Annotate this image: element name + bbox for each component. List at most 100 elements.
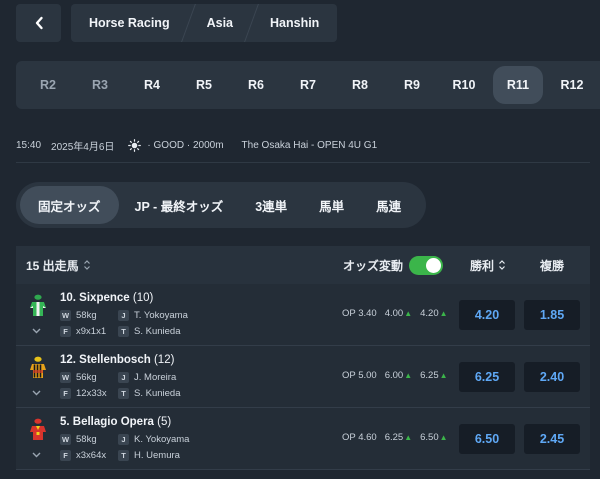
runner-name-text: 5. Bellagio Opera (60, 416, 154, 428)
trainer-badge: T (118, 388, 129, 399)
odds-change-control: オッズ変動 (343, 255, 444, 275)
arrow-up-icon: ▲ (439, 433, 448, 442)
tab-exacta[interactable]: 馬単 (303, 186, 360, 224)
runner-name-text: 10. Sixpence (60, 292, 130, 304)
arrow-up-icon: ▲ (404, 433, 413, 442)
runner-meta-line-1: W 58kg J T. Yokoyama (60, 310, 188, 321)
breadcrumb-hanshin[interactable]: Hanshin (252, 4, 337, 42)
form-badge: F (60, 450, 71, 461)
runners-count-label: 15 出走馬 (26, 258, 79, 273)
race-tab-r10[interactable]: R10 (438, 66, 490, 104)
fluc-odds: 6.00 (384, 370, 404, 381)
runner-jockey: K. Yokoyama (134, 434, 190, 445)
runner-trainer: S. Kunieda (134, 388, 181, 399)
expand-chevron-icon[interactable] (32, 450, 41, 461)
odds-history: OP 5.00 6.00▲ 6.25▲ (342, 370, 448, 381)
runner-meta-line-1: W 56kg J J. Moreira (60, 372, 176, 383)
table-row: 12. Stellenbosch (12) W 56kg J J. Moreira … (16, 346, 590, 408)
race-tab-r7[interactable]: R7 (282, 66, 334, 104)
race-tab-r8[interactable]: R8 (334, 66, 386, 104)
runner-jockey: T. Yokoyama (134, 310, 188, 321)
race-date: 2025年4月6日 (51, 142, 115, 153)
tab-fixed-odds[interactable]: 固定オッズ (20, 186, 119, 224)
weight-badge: W (60, 372, 71, 383)
race-tab-r9[interactable]: R9 (386, 66, 438, 104)
arrow-up-icon: ▲ (404, 309, 413, 318)
jockey-badge: J (118, 434, 129, 445)
sun-icon (128, 139, 142, 152)
race-tab-r6[interactable]: R6 (230, 66, 282, 104)
table-row: 10. Sixpence (10) W 58kg J T. Yokoyama Fx9… (16, 284, 590, 346)
win-odds-button[interactable]: 4.20 (459, 300, 515, 330)
breadcrumb-asia[interactable]: Asia (189, 4, 251, 42)
race-tab-r5[interactable]: R5 (178, 66, 230, 104)
back-button[interactable] (16, 4, 61, 42)
odds-change-label: オッズ変動 (343, 258, 404, 273)
place-odds-button[interactable]: 2.40 (524, 362, 580, 392)
tab-trifecta[interactable]: 3連単 (239, 186, 303, 224)
fluc-odds: 6.50 (420, 432, 439, 443)
win-sort[interactable]: 勝利 (470, 257, 506, 274)
sort-icon (499, 260, 505, 270)
barrier-number: (10) (132, 292, 154, 304)
jockey-silks-icon (30, 356, 46, 378)
runner-form: x9x1x1 (76, 326, 107, 337)
runner-weight: 58kg (76, 310, 97, 321)
runners-sort[interactable]: 15 出走馬 (26, 257, 91, 274)
barrier-number: (12) (153, 354, 175, 366)
fluc-odds: 4.00 (384, 308, 404, 319)
race-time: 15:40 (16, 140, 42, 151)
jockey-badge: J (118, 310, 129, 321)
win-column-label: 勝利 (470, 258, 495, 273)
runner-weight: 58kg (76, 434, 97, 445)
runner-name[interactable]: 5. Bellagio Opera (5) (60, 416, 171, 428)
arrow-up-icon: ▲ (404, 371, 413, 380)
tab-quinella[interactable]: 馬連 (360, 186, 417, 224)
divider (16, 162, 590, 163)
runner-name[interactable]: 12. Stellenbosch (12) (60, 354, 174, 366)
race-tab-r2[interactable]: R2 (22, 66, 74, 104)
race-tab-r11[interactable]: R11 (493, 66, 543, 104)
chevron-left-icon (35, 16, 43, 30)
tab-jp-final-odds[interactable]: JP - 最終オッズ (119, 186, 240, 224)
breadcrumb: Horse Racing Asia Hanshin (16, 4, 338, 42)
trainer-badge: T (118, 326, 129, 337)
breadcrumb-horse-racing[interactable]: Horse Racing (71, 4, 188, 42)
jockey-silks-icon (30, 294, 46, 316)
sort-icon (83, 260, 90, 270)
race-info: 15:40 2025年4月6日 · GOOD · 2000m The Osaka… (16, 138, 377, 153)
runner-meta-line-2: F 12x33x T S. Kunieda (60, 388, 180, 399)
race-tab-r12[interactable]: R12 (546, 66, 598, 104)
fluc-odds: 4.20 (420, 308, 439, 319)
runner-name[interactable]: 10. Sixpence (10) (60, 292, 153, 304)
runner-form: x3x64x (76, 450, 107, 461)
trainer-badge: T (118, 450, 129, 461)
place-column-label: 複勝 (540, 258, 565, 273)
odds-change-toggle[interactable] (409, 255, 444, 275)
place-odds-button[interactable]: 2.45 (524, 424, 580, 454)
runner-meta-line-2: Fx3x64x T H. Uemura (60, 450, 180, 461)
fluc-odds: 6.25 (384, 432, 404, 443)
barrier-number: (5) (157, 416, 172, 428)
runner-trainer: S. Kunieda (134, 326, 181, 337)
runners-table: 15 出走馬 オッズ変動 勝利 複勝 10. Sixpence (10) W 5… (16, 246, 590, 470)
runner-trainer: H. Uemura (134, 450, 180, 461)
race-tab-r3[interactable]: R3 (74, 66, 126, 104)
race-name: The Osaka Hai - OPEN 4U G1 (241, 140, 378, 151)
form-badge: F (60, 326, 71, 337)
odds-history: OP 4.60 6.25▲ 6.50▲ (342, 432, 448, 443)
expand-chevron-icon[interactable] (32, 326, 41, 337)
fluc-odds: 6.25 (420, 370, 439, 381)
win-odds-button[interactable]: 6.50 (459, 424, 515, 454)
win-odds-button[interactable]: 6.25 (459, 362, 515, 392)
runner-meta-line-1: W 58kg J K. Yokoyama (60, 434, 189, 445)
expand-chevron-icon[interactable] (32, 388, 41, 399)
race-tab-r4[interactable]: R4 (126, 66, 178, 104)
track-conditions: · GOOD · 2000m (147, 140, 224, 151)
runner-form: 12x33x (76, 388, 107, 399)
weight-badge: W (60, 310, 71, 321)
breadcrumb-group: Horse Racing Asia Hanshin (71, 4, 338, 42)
arrow-up-icon: ▲ (439, 309, 448, 318)
table-header: 15 出走馬 オッズ変動 勝利 複勝 (16, 246, 590, 284)
place-odds-button[interactable]: 1.85 (524, 300, 580, 330)
